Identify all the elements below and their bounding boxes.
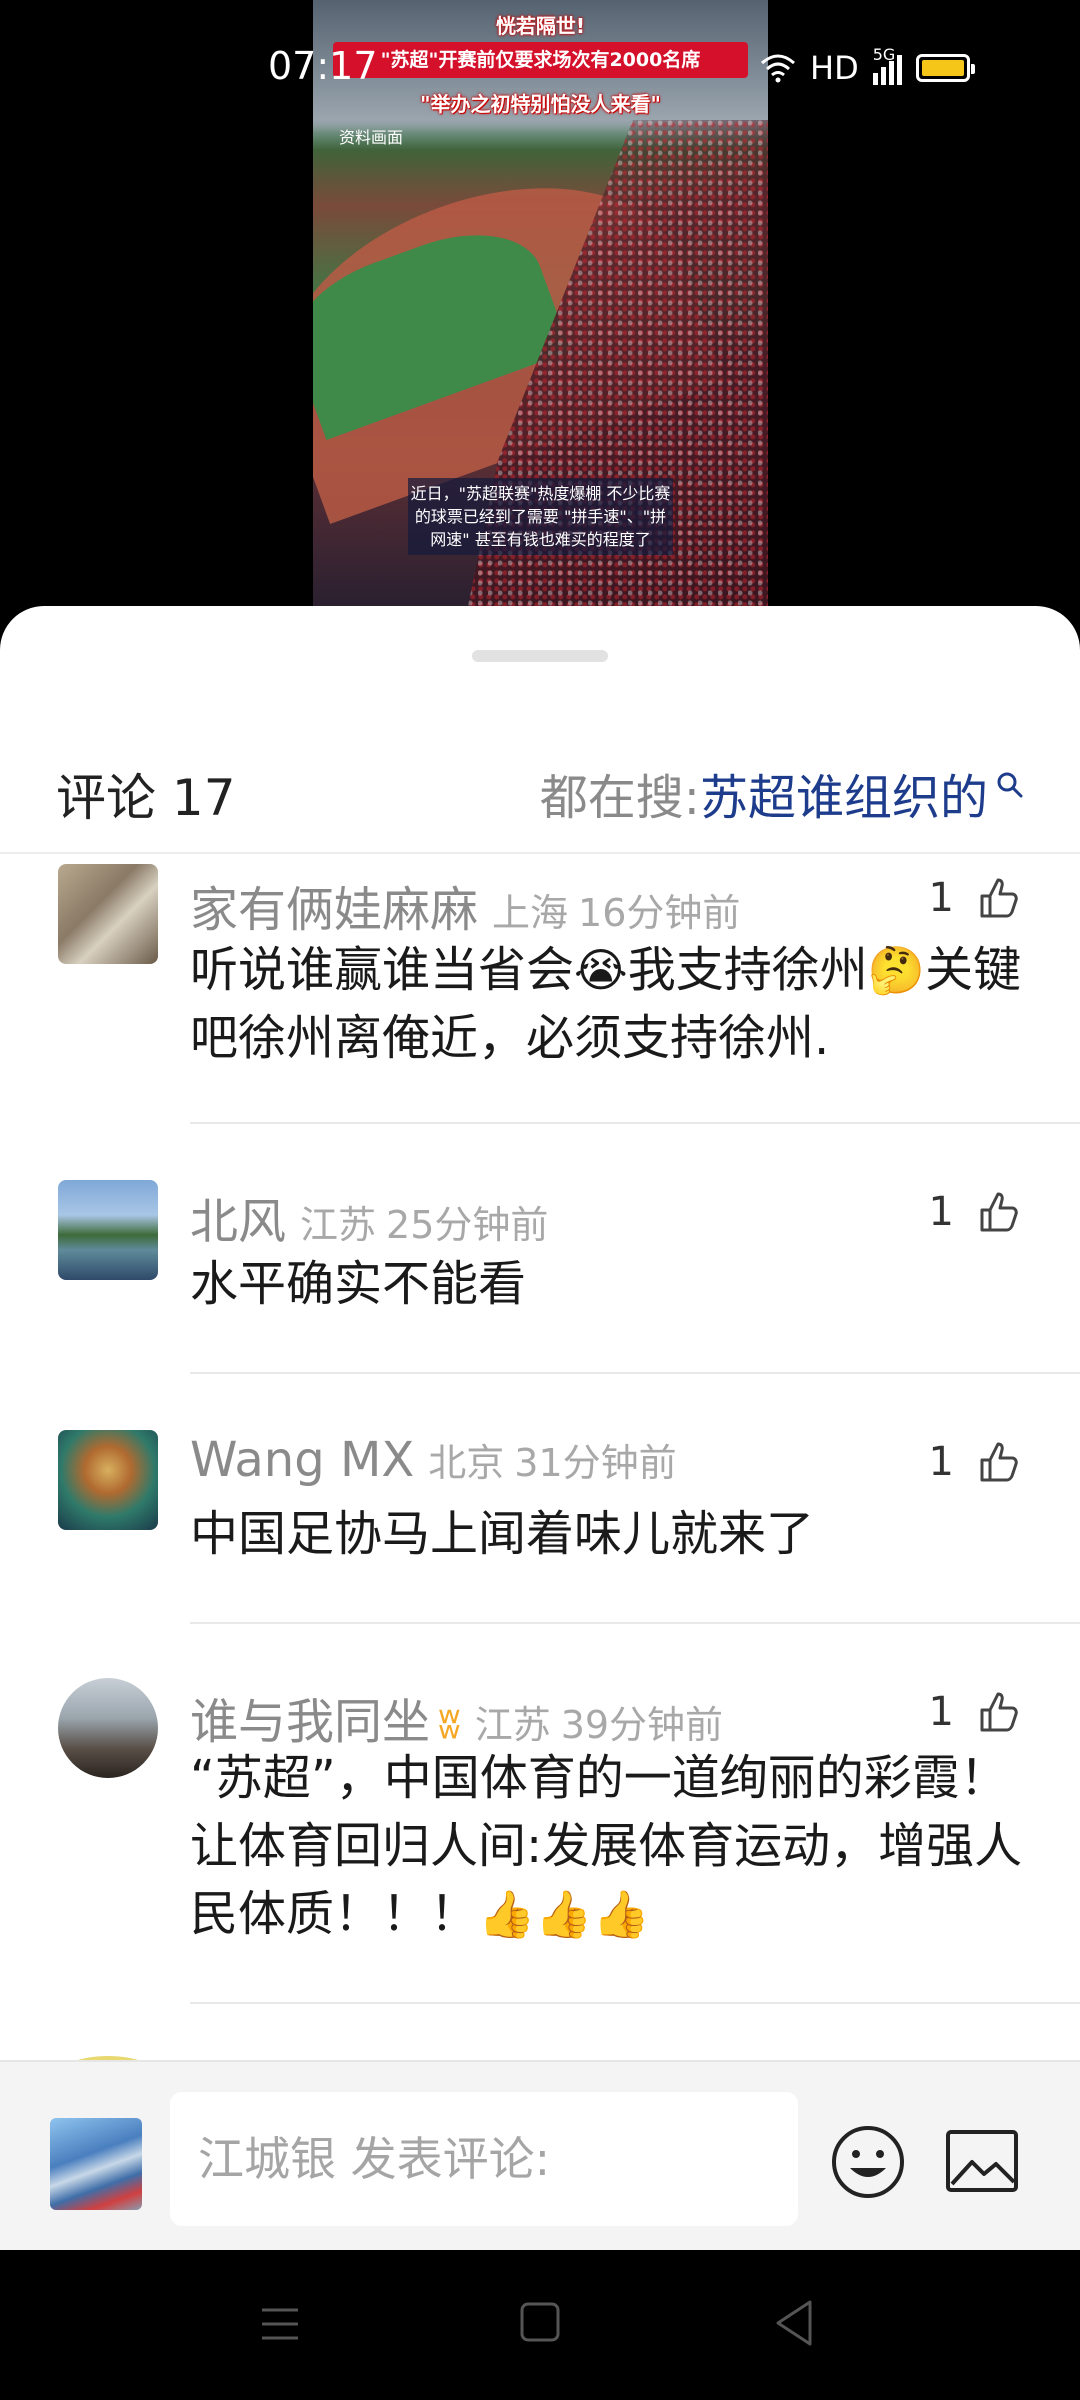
avatar[interactable] bbox=[58, 1180, 158, 1280]
comment-username[interactable]: 北风 bbox=[190, 1194, 286, 1250]
thumbs-up-icon bbox=[980, 1442, 1018, 1482]
home-icon[interactable] bbox=[518, 2300, 562, 2344]
status-time: 07:17 bbox=[268, 44, 378, 88]
back-icon[interactable] bbox=[772, 2298, 816, 2348]
comment-text-part: 我支持徐州 bbox=[627, 942, 868, 998]
image-icon[interactable] bbox=[944, 2126, 1020, 2198]
video-headline-top: 恍若隔世! bbox=[495, 14, 586, 38]
network-hd-label: HD bbox=[810, 49, 859, 87]
comment-list: 家有俩娃麻麻 上海 16分钟前 1 听说谁赢谁当省会😭我支持徐州🤔关键吧徐州离俺近，… bbox=[0, 856, 1080, 2096]
comments-count-title: 评论 17 bbox=[56, 769, 236, 827]
sheet-drag-handle[interactable] bbox=[472, 650, 608, 662]
comment-time: 25分钟前 bbox=[386, 1203, 549, 1247]
comment-item: 家有俩娃麻麻 上海 16分钟前 1 听说谁赢谁当省会😭我支持徐州🤔关键吧徐州离俺近，… bbox=[0, 856, 1080, 1124]
like-button[interactable]: 1 bbox=[929, 1688, 1024, 1736]
comment-input[interactable]: 江城银 发表评论: bbox=[170, 2092, 798, 2226]
comment-username[interactable]: 谁与我同坐 bbox=[190, 1694, 430, 1750]
comments-header: 评论 17 都在搜: 苏超谁组织的 bbox=[0, 738, 1080, 856]
video-source-tag: 资料画面 bbox=[339, 128, 404, 147]
trending-search-term[interactable]: 苏超谁组织的 bbox=[700, 758, 988, 828]
battery-icon bbox=[915, 54, 975, 82]
comment-location: 江苏 bbox=[300, 1203, 377, 1247]
comment-text: “苏超”，中国体育的一道绚丽的彩霞！让体育回归人间:发展体育运动，增强人民体质！… bbox=[190, 1744, 1030, 1948]
comment-item bbox=[0, 2004, 1080, 2096]
comment-username[interactable]: Wang MX bbox=[190, 1432, 414, 1488]
comment-text-part: 听说谁赢谁当省会 bbox=[190, 942, 575, 998]
comment-location: 上海 bbox=[492, 891, 569, 935]
signal-generation-label: 5G bbox=[872, 45, 896, 64]
comment-input-bar: 江城银 发表评论: bbox=[0, 2060, 1080, 2250]
comment-meta: 谁与我同坐 ʬ 江苏 39分钟前 bbox=[190, 1682, 723, 1752]
comment-item: Wang MX 北京 31分钟前 1 中国足协马上闻着味儿就来了 bbox=[0, 1374, 1080, 1624]
comment-time: 16分钟前 bbox=[578, 891, 741, 935]
video-headline-banner: "苏超"开赛前仅要求场次有2000名席 bbox=[333, 42, 748, 78]
crying-laugh-emoji: 😭 bbox=[574, 943, 628, 997]
avatar[interactable] bbox=[58, 1678, 158, 1778]
header-divider bbox=[0, 852, 1080, 854]
thumbs-up-icon bbox=[980, 1192, 1018, 1232]
thumbs-up-icon bbox=[980, 878, 1018, 918]
comments-sheet: 评论 17 都在搜: 苏超谁组织的 家有俩娃麻麻 上海 16分钟前 1 听说谁赢… bbox=[0, 606, 1080, 2251]
like-count: 1 bbox=[928, 875, 954, 921]
search-icon[interactable] bbox=[996, 771, 1024, 799]
video-headline-bottom: "举办之初特别怕没人来看" bbox=[420, 92, 661, 116]
thinking-emoji: 🤔 bbox=[867, 943, 926, 997]
wifi-icon bbox=[761, 54, 795, 83]
video-player[interactable]: 恍若隔世! "苏超"开赛前仅要求场次有2000名席 "举办之初特别怕没人来看" … bbox=[313, 0, 768, 606]
like-count: 1 bbox=[928, 1689, 954, 1735]
comment-meta: Wang MX 北京 31分钟前 bbox=[190, 1432, 677, 1488]
system-nav-bar bbox=[0, 2250, 1080, 2400]
my-avatar[interactable] bbox=[50, 2118, 142, 2210]
battery-level bbox=[921, 60, 964, 76]
comment-item: 北风 江苏 25分钟前 1 水平确实不能看 bbox=[0, 1124, 1080, 1374]
signal-icon: 5G bbox=[872, 45, 902, 85]
like-count: 1 bbox=[928, 1189, 954, 1235]
avatar[interactable] bbox=[58, 864, 158, 964]
comment-text: 听说谁赢谁当省会😭我支持徐州🤔关键吧徐州离俺近，必须支持徐州. bbox=[190, 936, 1030, 1072]
comment-text: 水平确实不能看 bbox=[190, 1256, 527, 1312]
comment-location: 北京 bbox=[428, 1441, 505, 1485]
comment-item: 谁与我同坐 ʬ 江苏 39分钟前 1 “苏超”，中国体育的一道绚丽的彩霞！让体育回归人… bbox=[0, 1624, 1080, 2004]
comment-location: 江苏 bbox=[474, 1703, 551, 1747]
comment-meta: 北风 江苏 25分钟前 bbox=[190, 1182, 548, 1252]
status-icons: HD 5G bbox=[760, 45, 975, 88]
like-button[interactable]: 1 bbox=[929, 1438, 1024, 1486]
like-button[interactable]: 1 bbox=[929, 874, 1024, 922]
comment-text: 中国足协马上闻着味儿就来了 bbox=[190, 1506, 815, 1562]
trending-search-link[interactable]: 都在搜: 苏超谁组织的 bbox=[540, 758, 1024, 828]
comment-time: 39分钟前 bbox=[560, 1703, 724, 1747]
avatar[interactable] bbox=[58, 1430, 158, 1530]
trending-search-prefix: 都在搜: bbox=[539, 770, 700, 826]
emoji-icon[interactable] bbox=[830, 2124, 906, 2200]
comment-time: 31分钟前 bbox=[514, 1441, 677, 1485]
thumbs-up-emoji: 👍👍👍 bbox=[478, 1887, 650, 1941]
recent-apps-icon[interactable] bbox=[258, 2302, 302, 2346]
comment-meta: 家有俩娃麻麻 上海 16分钟前 bbox=[190, 870, 740, 940]
screen: 恍若隔世! "苏超"开赛前仅要求场次有2000名席 "举办之初特别怕没人来看" … bbox=[0, 0, 1080, 2400]
video-caption: 近日，"苏超联赛"热度爆棚 不少比赛的球票已经到了需要 "拼手速"、"拼网速" … bbox=[408, 478, 673, 555]
vip-badge-icon: ʬ bbox=[438, 1698, 461, 1749]
like-button[interactable]: 1 bbox=[929, 1188, 1024, 1236]
like-count: 1 bbox=[928, 1439, 954, 1485]
comment-username[interactable]: 家有俩娃麻麻 bbox=[190, 882, 478, 938]
thumbs-up-icon bbox=[980, 1692, 1018, 1732]
